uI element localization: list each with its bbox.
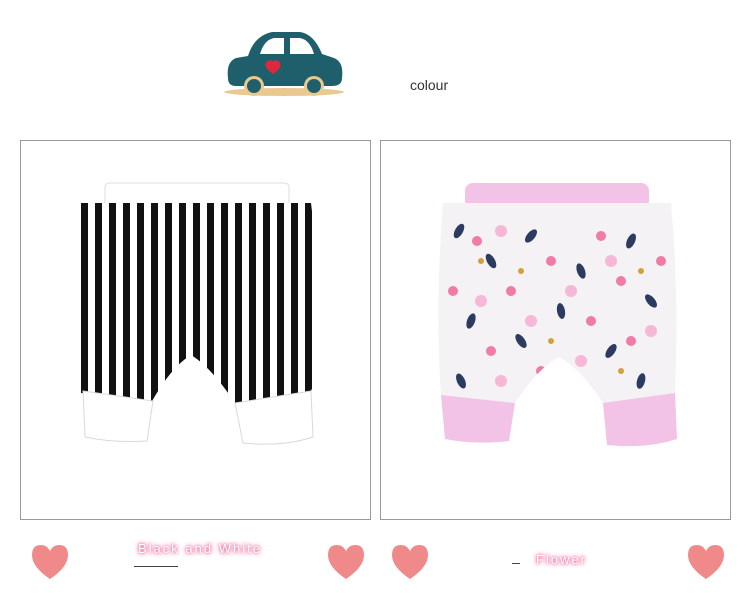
divider xyxy=(134,566,178,567)
heart-icon xyxy=(328,545,364,579)
car-icon xyxy=(224,32,344,96)
divider xyxy=(512,563,520,564)
heart-icon xyxy=(392,545,428,579)
caption-black-white: Black and White xyxy=(138,541,262,556)
caption-flower: Flower xyxy=(536,552,588,567)
heart-icon xyxy=(32,545,68,579)
floral-pants-image xyxy=(438,183,677,447)
header: colour xyxy=(0,0,750,130)
colour-label: colour xyxy=(410,77,449,93)
product-image-black-white[interactable] xyxy=(20,140,371,520)
striped-pants-image xyxy=(77,182,318,445)
heart-icon xyxy=(688,545,724,579)
product-image-flower[interactable] xyxy=(380,140,731,520)
